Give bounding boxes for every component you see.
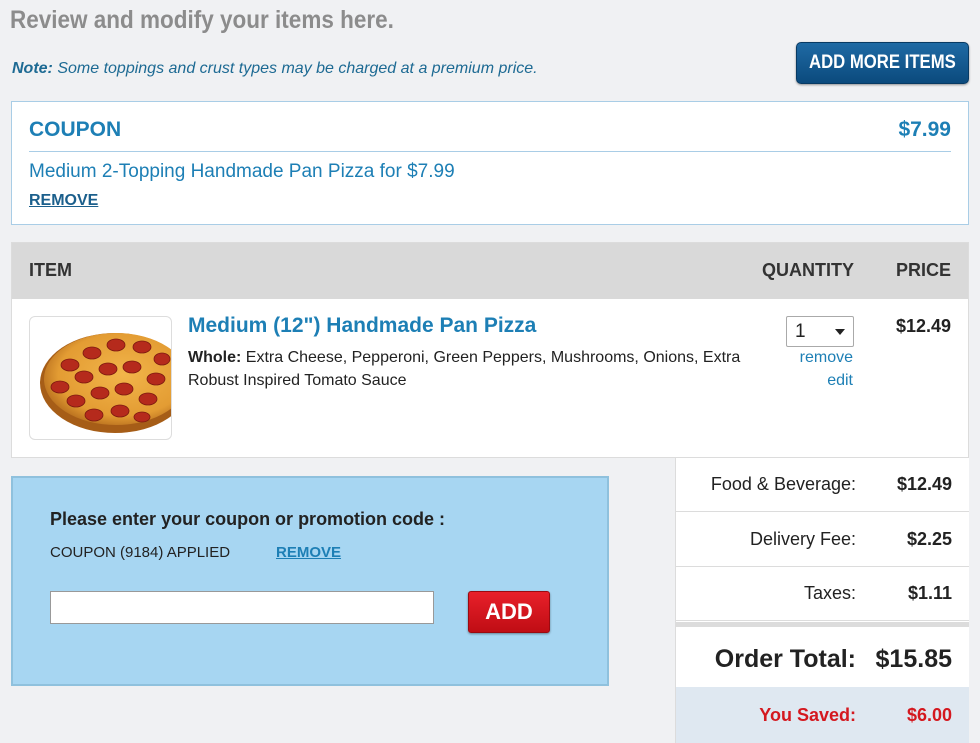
totals-row-food: Food & Beverage: $12.49: [676, 458, 969, 512]
column-header-item: ITEM: [29, 260, 72, 280]
order-total-row: Order Total: $15.85: [676, 622, 969, 686]
order-total-label: Order Total:: [714, 645, 856, 673]
item-description: Whole: Extra Cheese, Pepperoni, Green Pe…: [188, 346, 778, 392]
totals-value: $12.49: [896, 474, 952, 494]
totals-row-taxes: Taxes: $1.11: [676, 567, 969, 621]
totals-value: $2.25: [906, 529, 952, 549]
totals-label: Food & Beverage:: [710, 474, 856, 494]
promo-code-box: Please enter your coupon or promotion co…: [11, 476, 609, 686]
totals-row-delivery: Delivery Fee: $2.25: [676, 513, 969, 567]
chevron-down-icon: [835, 329, 845, 335]
note-text: Some toppings and crust types may be cha…: [57, 60, 538, 77]
column-header-quantity: QUANTITY: [762, 260, 854, 280]
item-desc-label: Whole:: [188, 349, 242, 366]
promo-add-label: ADD: [485, 599, 533, 624]
order-totals: Food & Beverage: $12.49 Delivery Fee: $2…: [675, 458, 969, 743]
note-label: Note:: [12, 60, 53, 77]
quantity-select[interactable]: 1: [786, 316, 854, 347]
add-more-items-label: ADD MORE ITEMS: [809, 52, 956, 73]
pizza-image[interactable]: [29, 316, 172, 440]
promo-code-input[interactable]: [50, 591, 434, 624]
totals-label: Taxes:: [803, 583, 856, 603]
promo-add-button[interactable]: ADD: [468, 591, 550, 633]
coupon-description: Medium 2-Topping Handmade Pan Pizza for …: [29, 161, 455, 182]
coupon-box: COUPON $7.99 Medium 2-Topping Handmade P…: [11, 101, 969, 225]
coupon-amount: $7.99: [898, 118, 951, 141]
totals-label: Delivery Fee:: [749, 529, 856, 549]
item-remove-link[interactable]: remove: [800, 349, 853, 367]
item-name-link[interactable]: Medium (12") Handmade Pan Pizza: [188, 314, 536, 338]
page-title: Review and modify your items here.: [10, 6, 394, 34]
promo-applied-text: COUPON (9184) APPLIED: [50, 544, 231, 561]
you-saved-label: You Saved:: [759, 705, 856, 725]
premium-note: Note: Some toppings and crust types may …: [12, 60, 538, 78]
totals-value: $1.11: [907, 583, 952, 603]
item-price: $12.49: [895, 316, 951, 336]
coupon-remove-link[interactable]: REMOVE: [29, 192, 98, 210]
order-total-value: $15.85: [875, 645, 952, 673]
column-header-price: PRICE: [895, 260, 951, 280]
item-desc-text: Extra Cheese, Pepperoni, Green Peppers, …: [188, 349, 741, 389]
coupon-label: COUPON: [29, 118, 122, 141]
items-table-header: ITEM QUANTITY PRICE: [12, 243, 968, 299]
add-more-items-button[interactable]: ADD MORE ITEMS: [796, 42, 969, 84]
promo-title: Please enter your coupon or promotion co…: [50, 509, 446, 529]
item-edit-link[interactable]: edit: [827, 372, 853, 390]
quantity-value: 1: [795, 321, 806, 342]
coupon-header: COUPON $7.99: [29, 118, 951, 152]
you-saved-row: You Saved: $6.00: [676, 687, 969, 743]
you-saved-value: $6.00: [906, 705, 952, 725]
items-table: ITEM QUANTITY PRICE Medium (12") Handmad…: [11, 242, 969, 458]
promo-remove-link[interactable]: REMOVE: [276, 544, 341, 561]
